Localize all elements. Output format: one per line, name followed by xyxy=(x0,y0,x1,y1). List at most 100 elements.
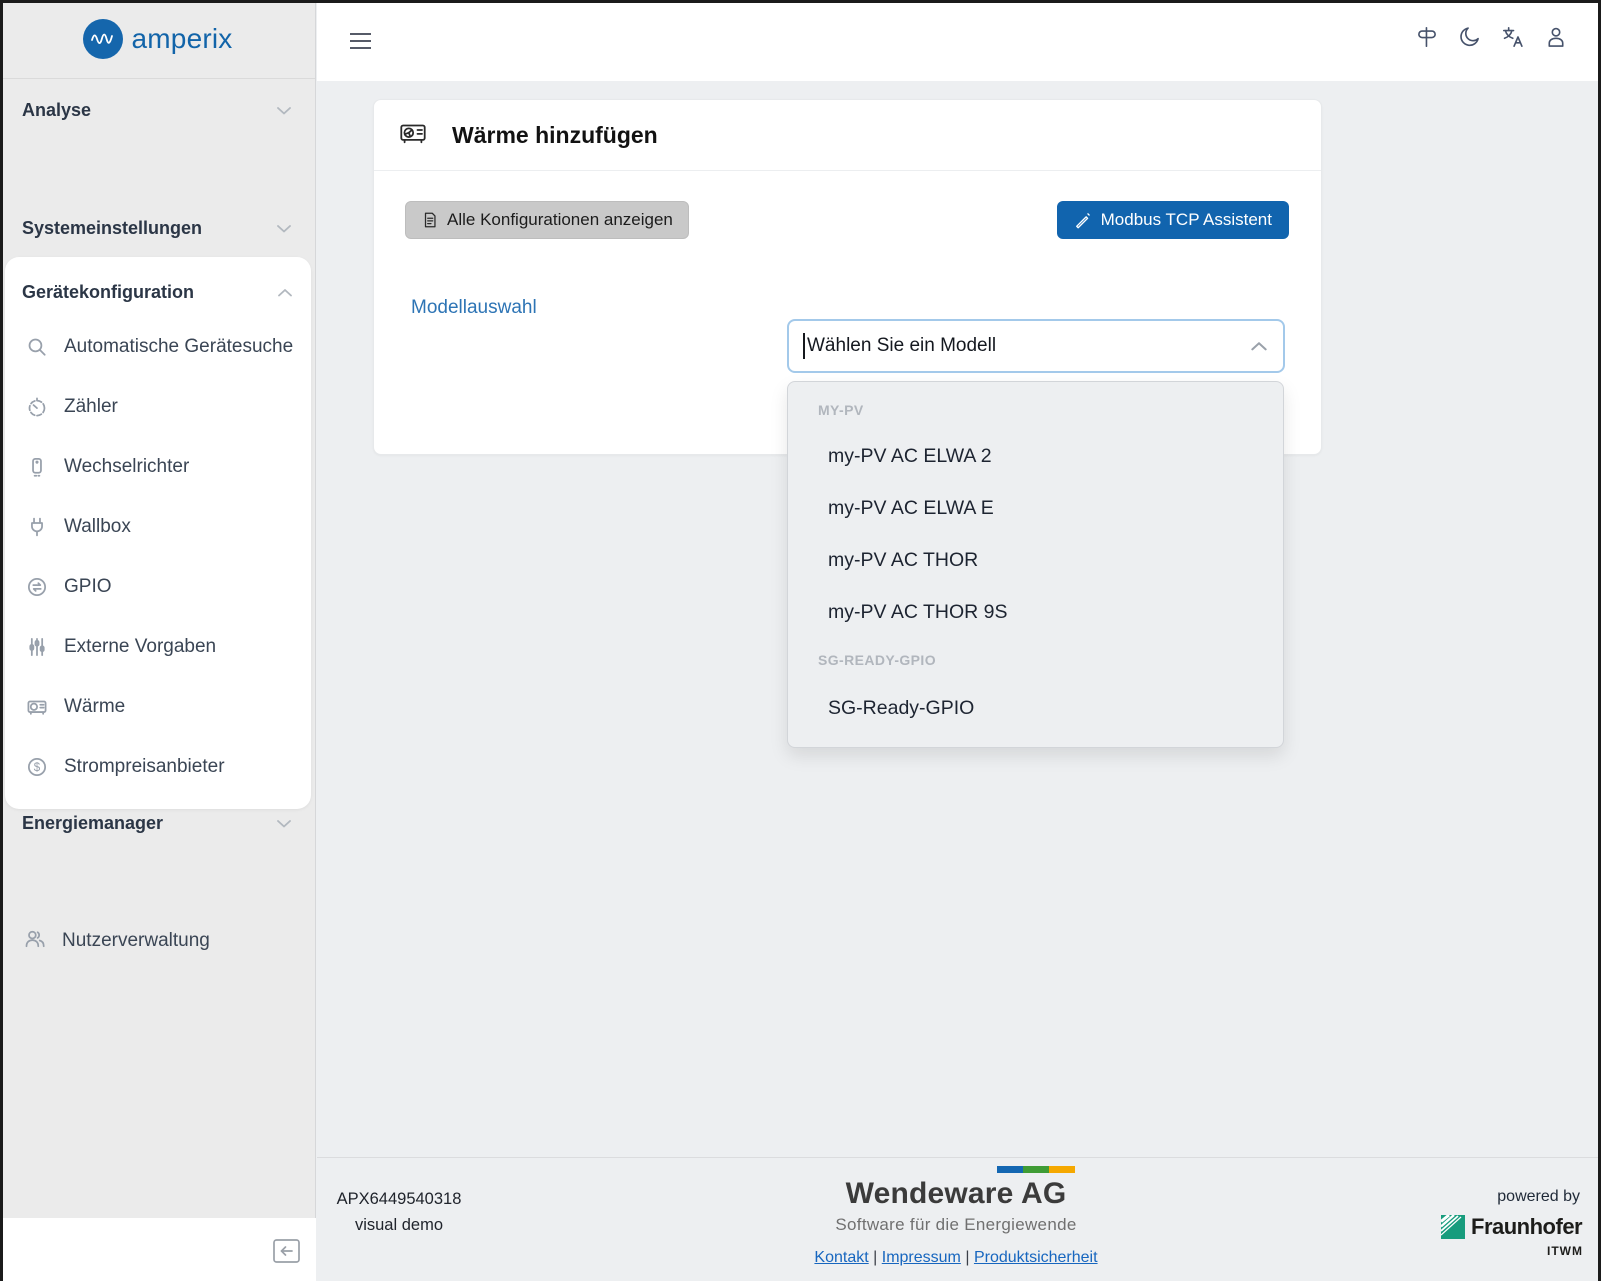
sidebar-item-nutzerverwaltung[interactable]: Nutzerverwaltung xyxy=(0,921,315,961)
card-header: Wärme hinzufügen xyxy=(374,100,1321,171)
sidebar-item-wallbox[interactable]: Wallbox xyxy=(5,497,311,557)
sidebar-geraetekonfiguration-panel: Gerätekonfiguration Automatische Gerätes… xyxy=(5,257,311,809)
model-select-value: Wählen Sie ein Modell xyxy=(807,335,1251,357)
topbar xyxy=(317,0,1601,81)
inverter-icon xyxy=(25,455,49,479)
sidebar-item-label: Strompreisanbieter xyxy=(64,756,225,778)
sidebar-item-automatische-geraetesuche[interactable]: Automatische Gerätesuche xyxy=(5,317,311,377)
section-label: Analyse xyxy=(22,100,91,121)
sidebar-item-label: Wallbox xyxy=(64,516,131,538)
heatpump-icon xyxy=(25,695,49,719)
sidebar-section-analyse[interactable]: Analyse xyxy=(0,92,315,128)
company-name: Wendeware AG xyxy=(806,1177,1106,1211)
sidebar-item-waerme[interactable]: Wärme xyxy=(5,677,311,737)
sidebar-item-label: Wärme xyxy=(64,696,125,718)
card-actions: Alle Konfigurationen anzeigen Modbus TCP… xyxy=(374,171,1321,239)
language-translate-icon xyxy=(1500,24,1526,50)
fraunhofer-logo: Fraunhofer xyxy=(1441,1215,1582,1239)
chevron-up-icon xyxy=(1251,341,1267,351)
window-border-left xyxy=(0,0,3,1281)
sidebar-item-label: Nutzerverwaltung xyxy=(62,930,210,952)
dropdown-option[interactable]: my-PV AC THOR 9S xyxy=(788,586,1283,638)
chevron-up-icon xyxy=(278,288,292,297)
amperix-logo-icon xyxy=(83,19,123,59)
plug-icon xyxy=(25,515,49,539)
dropdown-option[interactable]: my-PV AC ELWA E xyxy=(788,482,1283,534)
sidebar-item-label: Wechselrichter xyxy=(64,456,189,478)
fraunhofer-name: Fraunhofer xyxy=(1471,1215,1582,1239)
signpost-icon xyxy=(1414,24,1440,50)
modbus-tcp-assistant-button[interactable]: Modbus TCP Assistent xyxy=(1057,201,1289,239)
link-separator: | xyxy=(873,1249,877,1266)
dark-mode-moon-icon xyxy=(1457,24,1483,50)
wand-icon xyxy=(1074,211,1092,229)
sidebar-item-label: GPIO xyxy=(64,576,112,598)
language-button[interactable] xyxy=(1500,24,1526,50)
impressum-link[interactable]: Impressum xyxy=(882,1249,961,1266)
menu-toggle-button[interactable] xyxy=(350,29,374,53)
hamburger-icon xyxy=(350,33,371,35)
chevron-down-icon xyxy=(277,224,291,233)
window-border-top xyxy=(0,0,1601,3)
link-separator: | xyxy=(965,1249,969,1266)
section-label: Gerätekonfiguration xyxy=(22,282,194,303)
sidebar-item-label: Externe Vorgaben xyxy=(64,636,216,658)
device-info: APX6449540318 visual demo xyxy=(336,1190,462,1235)
company-tagline: Software für die Energiewende xyxy=(806,1215,1106,1235)
sidebar-footer xyxy=(0,1218,316,1281)
footer-links: Kontakt | Impressum | Produktsicherheit xyxy=(806,1249,1106,1267)
show-all-configurations-button[interactable]: Alle Konfigurationen anzeigen xyxy=(405,201,689,239)
dark-mode-button[interactable] xyxy=(1457,24,1483,50)
dropdown-group-label: MY-PV xyxy=(788,390,1283,430)
dropdown-group-label: SG-READY-GPIO xyxy=(788,638,1283,682)
model-selection-label: Modellauswahl xyxy=(411,283,537,319)
sidebar-section-systemeinstellungen[interactable]: Systemeinstellungen xyxy=(0,210,315,246)
powered-by-text: powered by xyxy=(1470,1188,1580,1206)
sidebar-item-zaehler[interactable]: Zähler xyxy=(5,377,311,437)
fraunhofer-logo-icon xyxy=(1441,1215,1465,1239)
app-logo[interactable]: amperix xyxy=(0,0,315,79)
sidebar: amperix Analyse Systemeinstellungen Gerä… xyxy=(0,0,316,1281)
collapse-sidebar-button[interactable] xyxy=(272,1238,301,1264)
users-icon xyxy=(23,927,47,956)
text-caret xyxy=(803,333,805,359)
account-person-icon xyxy=(1543,24,1569,50)
dropdown-option[interactable]: SG-Ready-GPIO xyxy=(788,682,1283,734)
sliders-icon xyxy=(25,635,49,659)
wendeware-color-bar xyxy=(997,1166,1075,1173)
chevron-down-icon xyxy=(277,819,291,828)
fraunhofer-institute: ITWM xyxy=(1547,1244,1583,1258)
section-label: Systemeinstellungen xyxy=(22,218,202,239)
account-button[interactable] xyxy=(1543,24,1569,50)
model-selection-row: Modellauswahl xyxy=(374,239,1321,319)
wendeware-brand: Wendeware AG Software für die Energiewen… xyxy=(806,1166,1106,1267)
sidebar-section-geraetekonfiguration[interactable]: Gerätekonfiguration xyxy=(5,267,311,317)
model-select-dropdown: MY-PV my-PV AC ELWA 2 my-PV AC ELWA E my… xyxy=(787,381,1284,748)
sidebar-item-label: Automatische Gerätesuche xyxy=(64,336,293,358)
sidebar-section-energiemanager[interactable]: Energiemanager xyxy=(0,805,315,841)
meter-icon xyxy=(25,395,49,419)
sidebar-item-externe-vorgaben[interactable]: Externe Vorgaben xyxy=(5,617,311,677)
chevron-down-icon xyxy=(277,106,291,115)
section-label: Energiemanager xyxy=(22,813,163,834)
document-icon xyxy=(421,211,439,229)
device-mode: visual demo xyxy=(336,1216,462,1235)
heatpump-icon xyxy=(398,118,428,153)
signpost-button[interactable] xyxy=(1414,24,1440,50)
svg-text:$: $ xyxy=(34,762,41,774)
produktsicherheit-link[interactable]: Produktsicherheit xyxy=(974,1249,1098,1266)
topbar-actions xyxy=(1414,24,1569,50)
kontakt-link[interactable]: Kontakt xyxy=(814,1249,868,1266)
sidebar-item-gpio[interactable]: GPIO xyxy=(5,557,311,617)
price-icon: $ xyxy=(25,755,49,779)
search-icon xyxy=(25,335,49,359)
sidebar-item-label: Zähler xyxy=(64,396,118,418)
sidebar-item-strompreisanbieter[interactable]: $ Strompreisanbieter xyxy=(5,737,311,797)
page-title: Wärme hinzufügen xyxy=(452,122,658,149)
dropdown-option[interactable]: my-PV AC THOR xyxy=(788,534,1283,586)
app-logo-text: amperix xyxy=(132,23,233,55)
dropdown-option[interactable]: my-PV AC ELWA 2 xyxy=(788,430,1283,482)
arrow-left-square-icon xyxy=(272,1238,301,1264)
sidebar-item-wechselrichter[interactable]: Wechselrichter xyxy=(5,437,311,497)
model-select-input[interactable]: Wählen Sie ein Modell xyxy=(787,319,1285,373)
